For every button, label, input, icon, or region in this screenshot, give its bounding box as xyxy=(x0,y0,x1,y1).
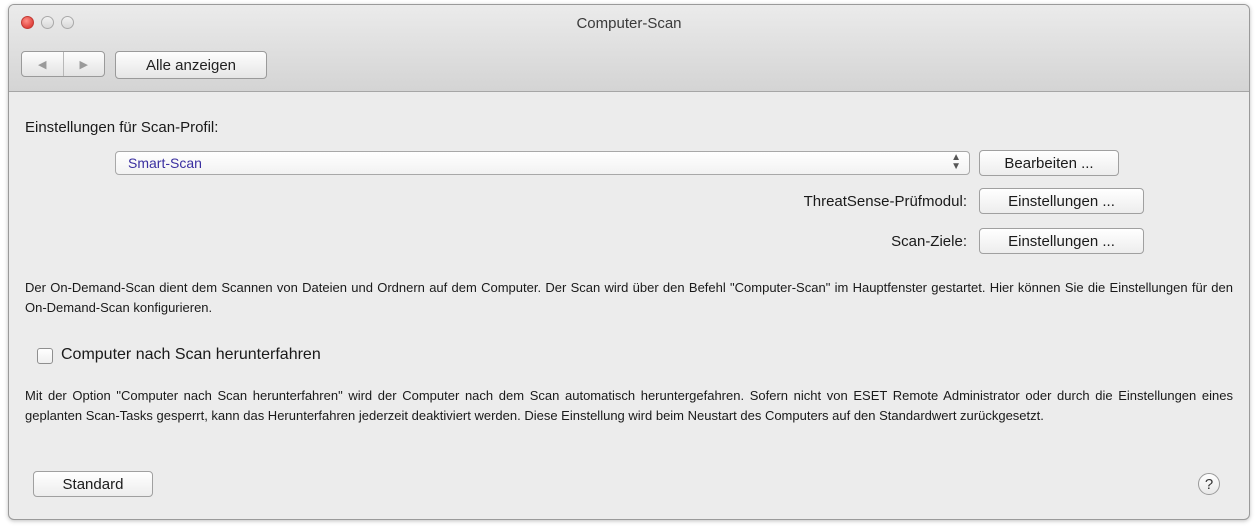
back-forward-control: ◀ ▶ xyxy=(21,51,105,77)
select-arrows-icon: ▲ ▼ xyxy=(951,152,961,172)
show-all-button[interactable]: Alle anzeigen xyxy=(115,51,267,79)
help-button[interactable]: ? xyxy=(1198,473,1220,495)
scan-profile-value: Smart-Scan xyxy=(128,155,202,171)
scan-profile-select[interactable]: Smart-Scan ▲ ▼ xyxy=(115,151,970,175)
threatsense-label: ThreatSense-Prüfmodul: xyxy=(803,193,967,210)
settings-panel: Einstellungen für Scan-Profil: Smart-Sca… xyxy=(9,92,1249,519)
shutdown-checkbox-label[interactable]: Computer nach Scan herunterfahren xyxy=(61,346,321,364)
preferences-window: Computer-Scan ◀ ▶ Alle anzeigen Einstell… xyxy=(8,4,1250,520)
help-question-icon: ? xyxy=(1204,475,1214,493)
forward-arrow-icon: ▶ xyxy=(79,58,88,71)
scan-targets-settings-button[interactable]: Einstellungen ... xyxy=(979,228,1144,254)
window-title: Computer-Scan xyxy=(576,15,682,32)
standard-button[interactable]: Standard xyxy=(33,471,153,497)
title-bar: Computer-Scan ◀ ▶ Alle anzeigen xyxy=(9,5,1249,92)
on-demand-description: Der On-Demand-Scan dient dem Scannen von… xyxy=(25,280,1233,315)
scan-targets-label: Scan-Ziele: xyxy=(891,233,967,250)
shutdown-after-scan-checkbox[interactable] xyxy=(37,348,53,364)
back-arrow-icon: ◀ xyxy=(38,58,47,71)
threatsense-settings-button[interactable]: Einstellungen ... xyxy=(979,188,1144,214)
forward-button[interactable]: ▶ xyxy=(64,52,105,76)
back-button[interactable]: ◀ xyxy=(22,52,64,76)
shutdown-description: Mit der Option "Computer nach Scan herun… xyxy=(25,388,1233,423)
scan-profile-heading: Einstellungen für Scan-Profil: xyxy=(25,119,219,136)
edit-profile-button[interactable]: Bearbeiten ... xyxy=(979,150,1119,176)
